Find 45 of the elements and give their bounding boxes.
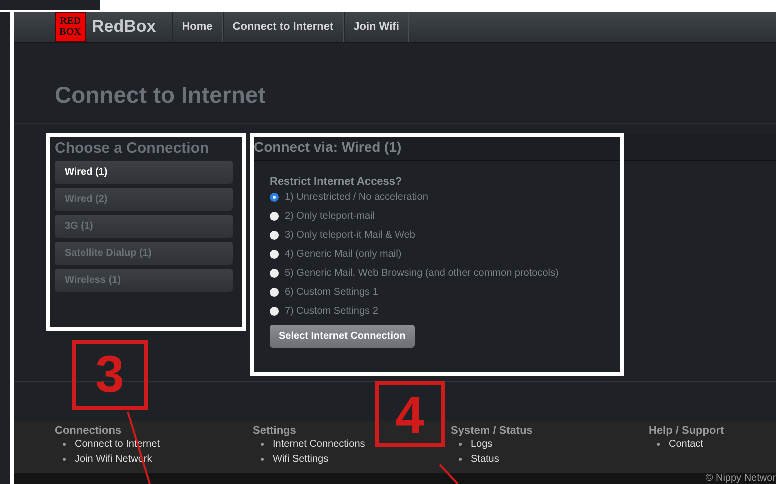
sidebar-heading: Choose a Connection	[55, 140, 210, 158]
footer-heading: System / Status	[451, 424, 534, 437]
copyright-text: © Nippy Networ	[706, 473, 776, 484]
bullet-icon	[657, 442, 660, 446]
option-label: 4) Generic Mail (only mail)	[285, 249, 402, 260]
footer-link[interactable]: Status	[471, 454, 500, 465]
option-label: 2) Only teleport-mail	[285, 211, 376, 222]
option-label: 6) Custom Settings 1	[285, 287, 378, 298]
radio-button[interactable]	[270, 231, 279, 240]
nav-link[interactable]: Join Wifi	[344, 12, 410, 42]
brand-name: RedBox	[92, 17, 156, 37]
footer-heading: Connections	[55, 424, 123, 437]
logo: RED BOX	[55, 12, 86, 42]
nav-link[interactable]: Connect to Internet	[222, 12, 344, 42]
bullet-icon	[63, 442, 66, 446]
footer-link[interactable]: Contact	[669, 438, 704, 450]
radio-button[interactable]	[270, 193, 279, 202]
bullet-icon	[63, 458, 66, 461]
bullet-icon	[261, 458, 264, 461]
radio-button[interactable]	[270, 307, 279, 316]
radio-button[interactable]	[270, 212, 279, 222]
callout-number: 3	[72, 340, 148, 410]
option-label: 5) Generic Mail, Web Browsing (and other common protocols)	[285, 268, 559, 280]
option-label: 7) Custom Settings 2	[285, 306, 378, 318]
page-title: Connect to Internet	[55, 82, 266, 110]
connection-item[interactable]: Wired (1)	[55, 161, 233, 184]
footer-link[interactable]: Internet Connections	[273, 438, 366, 450]
panel-heading: Connect via: Wired (1)	[254, 139, 402, 156]
radio-button[interactable]	[270, 250, 279, 260]
question-label: Restrict Internet Access?	[270, 176, 404, 188]
leader-line	[439, 464, 459, 484]
bullet-icon	[459, 458, 462, 461]
nav-link[interactable]: Home	[172, 12, 223, 42]
radio-button[interactable]	[270, 288, 279, 298]
radio-button[interactable]	[270, 269, 279, 278]
callout-number: 4	[375, 381, 445, 447]
bullet-icon	[261, 442, 264, 446]
bullet-icon	[459, 442, 462, 446]
footer-link[interactable]: Wifi Settings	[273, 454, 329, 465]
option-label: 1) Unrestricted / No acceleration	[285, 192, 428, 204]
option-label: 3) Only teleport-it Mail & Web	[285, 230, 416, 242]
select-connection-button[interactable]: Select Internet Connection	[270, 325, 415, 348]
footer-link[interactable]: Logs	[471, 438, 493, 450]
footer-heading: Settings	[253, 424, 298, 437]
footer-heading: Help / Support	[649, 424, 726, 437]
